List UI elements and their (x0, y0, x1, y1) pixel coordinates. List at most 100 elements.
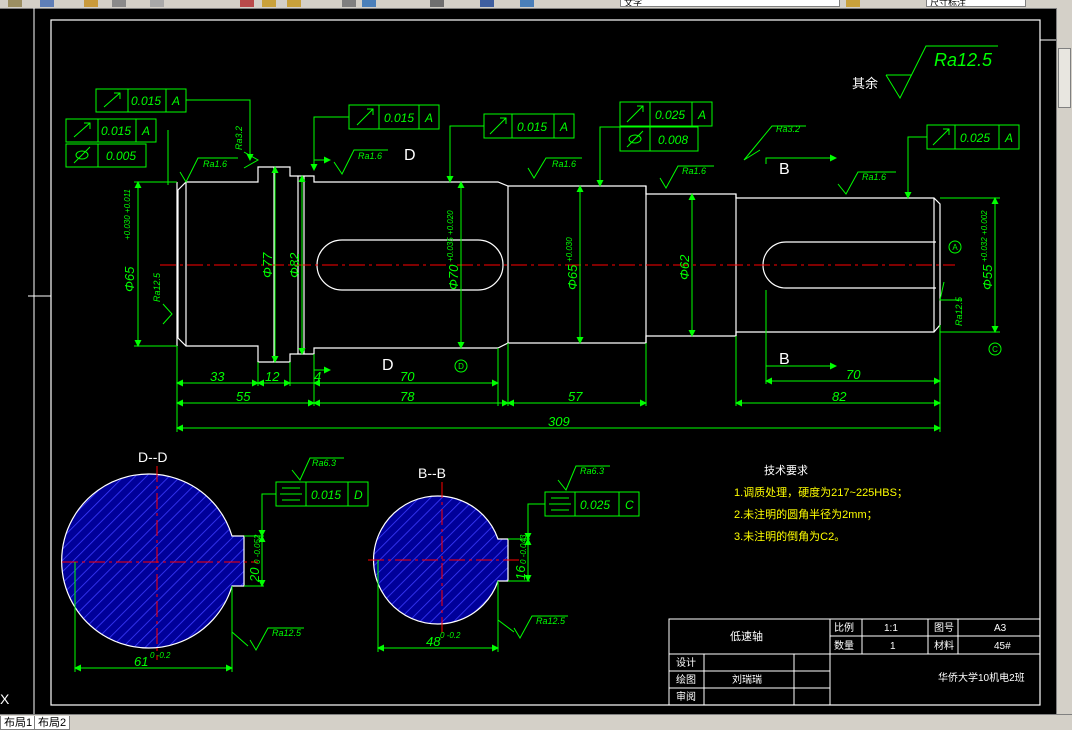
tol-value: 0.015 (101, 124, 131, 138)
dim-d6: Φ62 (677, 254, 692, 280)
roughness-label: Ra1.6 (862, 172, 886, 182)
roughness-label: Ra1.6 (552, 159, 576, 169)
dim-bb-width-tol: 0 -0.2 (440, 631, 461, 640)
datum-letters: A D C (458, 243, 998, 371)
tol-value: 0.015 (517, 120, 547, 134)
roughness-label: Ra1.6 (203, 159, 227, 169)
roughness-label: Ra1.6 (682, 166, 706, 176)
runout-icon (103, 92, 121, 108)
roughness-symbols (162, 125, 962, 652)
section-dd: D--D (61, 449, 258, 660)
tol-datum: A (697, 108, 706, 122)
undo-icon[interactable] (150, 0, 164, 7)
section-bb-label: B--B (418, 465, 446, 481)
material-value: 45# (994, 641, 1011, 652)
cut-d-top: D (404, 147, 416, 164)
dim-4: 4 (314, 369, 321, 384)
print-icon[interactable] (84, 0, 98, 7)
tab-layout2[interactable]: 布局2 (34, 716, 71, 730)
tech-item-3: 3.未注明的倒角为C2。 (734, 529, 845, 543)
school-name: 华侨大学10机电2班 (938, 671, 1025, 684)
calculator-icon[interactable] (430, 0, 444, 7)
tech-title: 技术要求 (764, 464, 808, 477)
dim-d5-tol: +0.030 (565, 237, 574, 262)
tol-value: 0.025 (580, 498, 610, 512)
global-roughness-note: 其余 Ra12.5 (852, 45, 998, 100)
dim-dd-width-tol: 0 -0.2 (150, 651, 171, 660)
dim-d1: Φ65 (122, 266, 137, 292)
vertical-scrollbar[interactable] (1056, 8, 1072, 714)
datum-a: A (952, 243, 958, 252)
roughness-global-label: Ra12.5 (934, 50, 993, 70)
section-markers: D D B B (382, 147, 790, 374)
material-label: 材料 (934, 639, 954, 652)
tol-value: 0.005 (106, 149, 136, 163)
qty-label: 数量 (834, 639, 854, 652)
cut-icon[interactable] (112, 0, 126, 7)
drawing-canvas[interactable]: 其余 Ra12.5 D--D B--B 33 12 4 70 55 78 57 … (0, 8, 1056, 714)
tol-value: 0.015 (311, 488, 341, 502)
datum-d: D (458, 362, 464, 371)
dim-309: 309 (548, 414, 570, 429)
tol-datum: A (141, 124, 150, 138)
dim-bb-depth-tol: 0 -0.043 (519, 534, 528, 564)
tol-datum: A (424, 111, 433, 125)
symmetry-icon (280, 487, 302, 501)
layer-icon[interactable] (362, 0, 376, 7)
tol-datum: D (354, 488, 363, 502)
properties-icon[interactable] (342, 0, 356, 7)
save-icon[interactable] (40, 0, 54, 7)
pan-icon[interactable] (240, 0, 254, 7)
help-icon[interactable] (480, 0, 494, 7)
tol-datum: A (171, 94, 180, 108)
roughness-label: Ra1.6 (358, 151, 382, 161)
open-icon[interactable] (8, 0, 22, 7)
symmetry-icon (549, 497, 571, 511)
tech-item-2: 2.未注明的圆角半径为2mm； (734, 507, 878, 521)
ucs-icon: X (0, 691, 10, 707)
tolerance-text: 0.015 A 0.015 A 0.005 0.015 A 0.015 A 0.… (101, 94, 1013, 512)
dim-55: 55 (236, 389, 251, 404)
dim-d5: Φ65 (565, 264, 580, 290)
part-name: 低速轴 (730, 629, 763, 643)
dim-d4-tol: +0.035 +0.020 (446, 210, 455, 262)
runout-icon (932, 128, 950, 146)
dim-bb-depth: 16 (513, 565, 528, 580)
dim-12: 12 (265, 369, 280, 384)
style-icon[interactable] (846, 0, 860, 7)
tab-layout1[interactable]: 布局1 (0, 716, 37, 730)
dim-d1-tol: +0.030 +0.011 (123, 189, 132, 240)
roughness-label: Ra6.3 (580, 466, 604, 476)
drawer-name: 刘瑞瑞 (732, 674, 762, 686)
datum-c: C (992, 345, 998, 354)
tol-value: 0.025 (960, 131, 990, 145)
cut-b-bottom: B (779, 351, 790, 368)
dim-70a: 70 (400, 369, 415, 384)
design-label: 设计 (676, 656, 696, 669)
dim-78: 78 (400, 389, 415, 404)
dim-d7: Φ55 (980, 264, 995, 290)
cut-b-top: B (779, 161, 790, 178)
dim-57: 57 (568, 389, 583, 404)
layer-combo[interactable]: 文字 (620, 0, 840, 7)
tol-value: 0.015 (131, 94, 161, 108)
drawing-no-value: A3 (994, 623, 1007, 634)
dim-dd-depth: 20 (247, 567, 262, 583)
section-dd-label: D--D (138, 449, 168, 465)
dim-d2: Φ77 (260, 252, 275, 278)
scroll-thumb[interactable] (1058, 48, 1071, 108)
section-bb: B--B (368, 465, 520, 638)
dim-style-combo[interactable]: 尺寸标注 (926, 0, 1026, 7)
draw-label: 绘图 (676, 673, 696, 686)
runout-icon (73, 122, 91, 138)
cut-d-bottom: D (382, 357, 394, 374)
zoom-icon[interactable] (262, 0, 276, 7)
review-label: 审阅 (676, 690, 696, 703)
dim-70b: 70 (846, 367, 861, 382)
layer-state-icon[interactable] (520, 0, 534, 7)
scale-label: 比例 (834, 621, 854, 634)
tech-item-1: 1.调质处理，硬度为217~225HBS； (734, 485, 908, 499)
zoom-window-icon[interactable] (287, 0, 301, 7)
dim-82: 82 (832, 389, 847, 404)
scale-value: 1:1 (884, 623, 898, 634)
